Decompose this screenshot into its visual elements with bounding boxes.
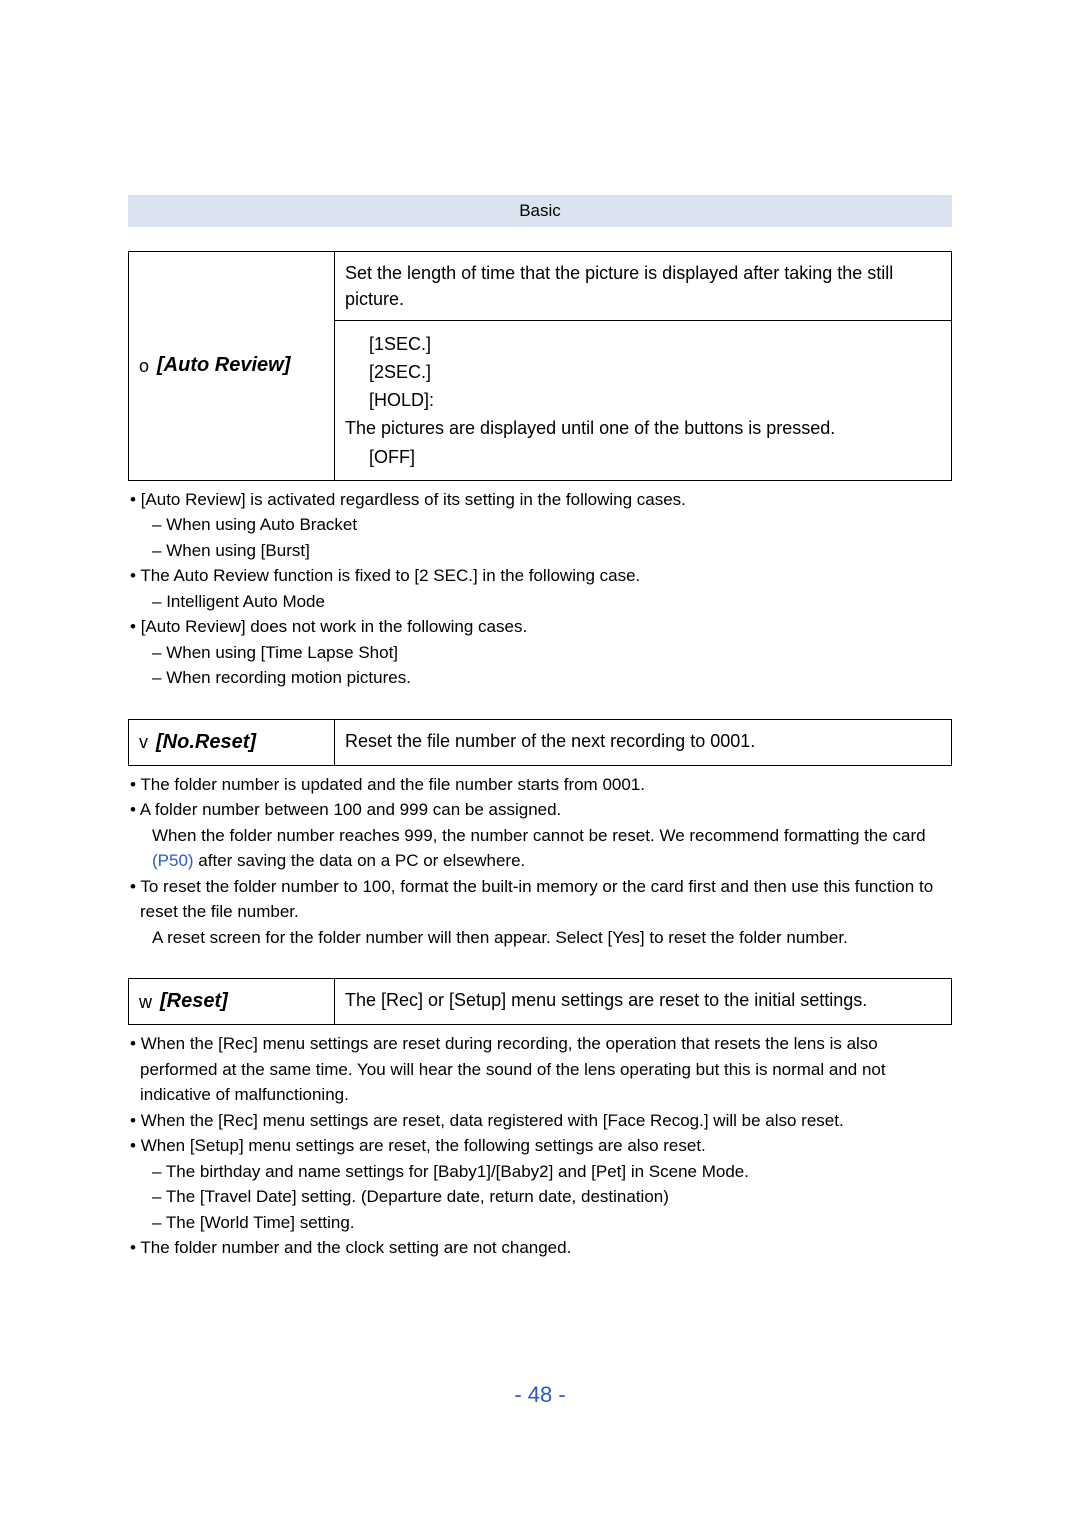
reset-desc: The [Rec] or [Setup] menu settings are r… <box>335 979 952 1025</box>
note-ar-1-s2: When using [Burst] <box>140 538 952 564</box>
auto-review-table: o [Auto Review] Set the length of time t… <box>128 251 952 481</box>
note-nr-2b-c: after saving the data on a PC or elsewhe… <box>194 851 526 870</box>
page-header: Basic <box>128 195 952 227</box>
note-r-2: When the [Rec] menu settings are reset, … <box>128 1108 952 1134</box>
auto-review-icon: [Auto Review] <box>157 351 290 380</box>
auto-review-options: [1SEC.] [2SEC.] [HOLD]: The pictures are… <box>335 321 952 480</box>
page-number: - 48 - <box>0 1382 1080 1408</box>
opt-hold-desc: The pictures are displayed until one of … <box>345 418 835 438</box>
no-reset-icon: [No.Reset] <box>156 728 256 757</box>
no-reset-table: v [No.Reset] Reset the file number of th… <box>128 719 952 766</box>
no-reset-letter: v <box>139 729 148 755</box>
note-r-4: The folder number and the clock setting … <box>128 1235 952 1261</box>
reset-notes: When the [Rec] menu settings are reset d… <box>128 1031 952 1261</box>
reset-letter: w <box>139 989 152 1015</box>
p50-link[interactable]: (P50) <box>152 851 194 870</box>
reset-table: w [Reset] The [Rec] or [Setup] menu sett… <box>128 978 952 1025</box>
auto-review-desc: Set the length of time that the picture … <box>335 252 952 321</box>
reset-icon: [Reset] <box>160 987 228 1016</box>
opt-1sec: [1SEC.] <box>369 334 431 354</box>
note-ar-3-s2: When recording motion pictures. <box>140 665 952 691</box>
opt-hold: [HOLD]: <box>369 390 434 410</box>
note-ar-3-s1: When using [Time Lapse Shot] <box>140 640 952 666</box>
note-nr-3: To reset the folder number to 100, forma… <box>128 874 952 951</box>
note-nr-2: A folder number between 100 and 999 can … <box>128 797 952 874</box>
auto-review-icon-cell: o [Auto Review] <box>139 351 324 380</box>
no-reset-icon-cell: v [No.Reset] <box>139 728 324 757</box>
note-ar-3: [Auto Review] does not work in the follo… <box>128 614 952 691</box>
note-r-3: When [Setup] menu settings are reset, th… <box>128 1133 952 1235</box>
auto-review-letter: o <box>139 353 149 379</box>
note-nr-2b-a: When the folder number reaches 999, the … <box>152 826 926 845</box>
note-ar-2-s1: Intelligent Auto Mode <box>140 589 952 615</box>
no-reset-notes: The folder number is updated and the fil… <box>128 772 952 951</box>
auto-review-notes: [Auto Review] is activated regardless of… <box>128 487 952 691</box>
note-r-3-s3: The [World Time] setting. <box>140 1210 952 1236</box>
note-nr-1: The folder number is updated and the fil… <box>128 772 952 798</box>
note-ar-2: The Auto Review function is fixed to [2 … <box>128 563 952 614</box>
note-ar-1: [Auto Review] is activated regardless of… <box>128 487 952 564</box>
no-reset-desc: Reset the file number of the next record… <box>335 719 952 765</box>
note-r-1: When the [Rec] menu settings are reset d… <box>128 1031 952 1108</box>
note-ar-1-s1: When using Auto Bracket <box>140 512 952 538</box>
reset-icon-cell: w [Reset] <box>139 987 324 1016</box>
opt-off: [OFF] <box>369 447 415 467</box>
note-nr-3b: A reset screen for the folder number wil… <box>140 925 952 951</box>
opt-2sec: [2SEC.] <box>369 362 431 382</box>
note-r-3-s1: The birthday and name settings for [Baby… <box>140 1159 952 1185</box>
note-r-3-s2: The [Travel Date] setting. (Departure da… <box>140 1184 952 1210</box>
